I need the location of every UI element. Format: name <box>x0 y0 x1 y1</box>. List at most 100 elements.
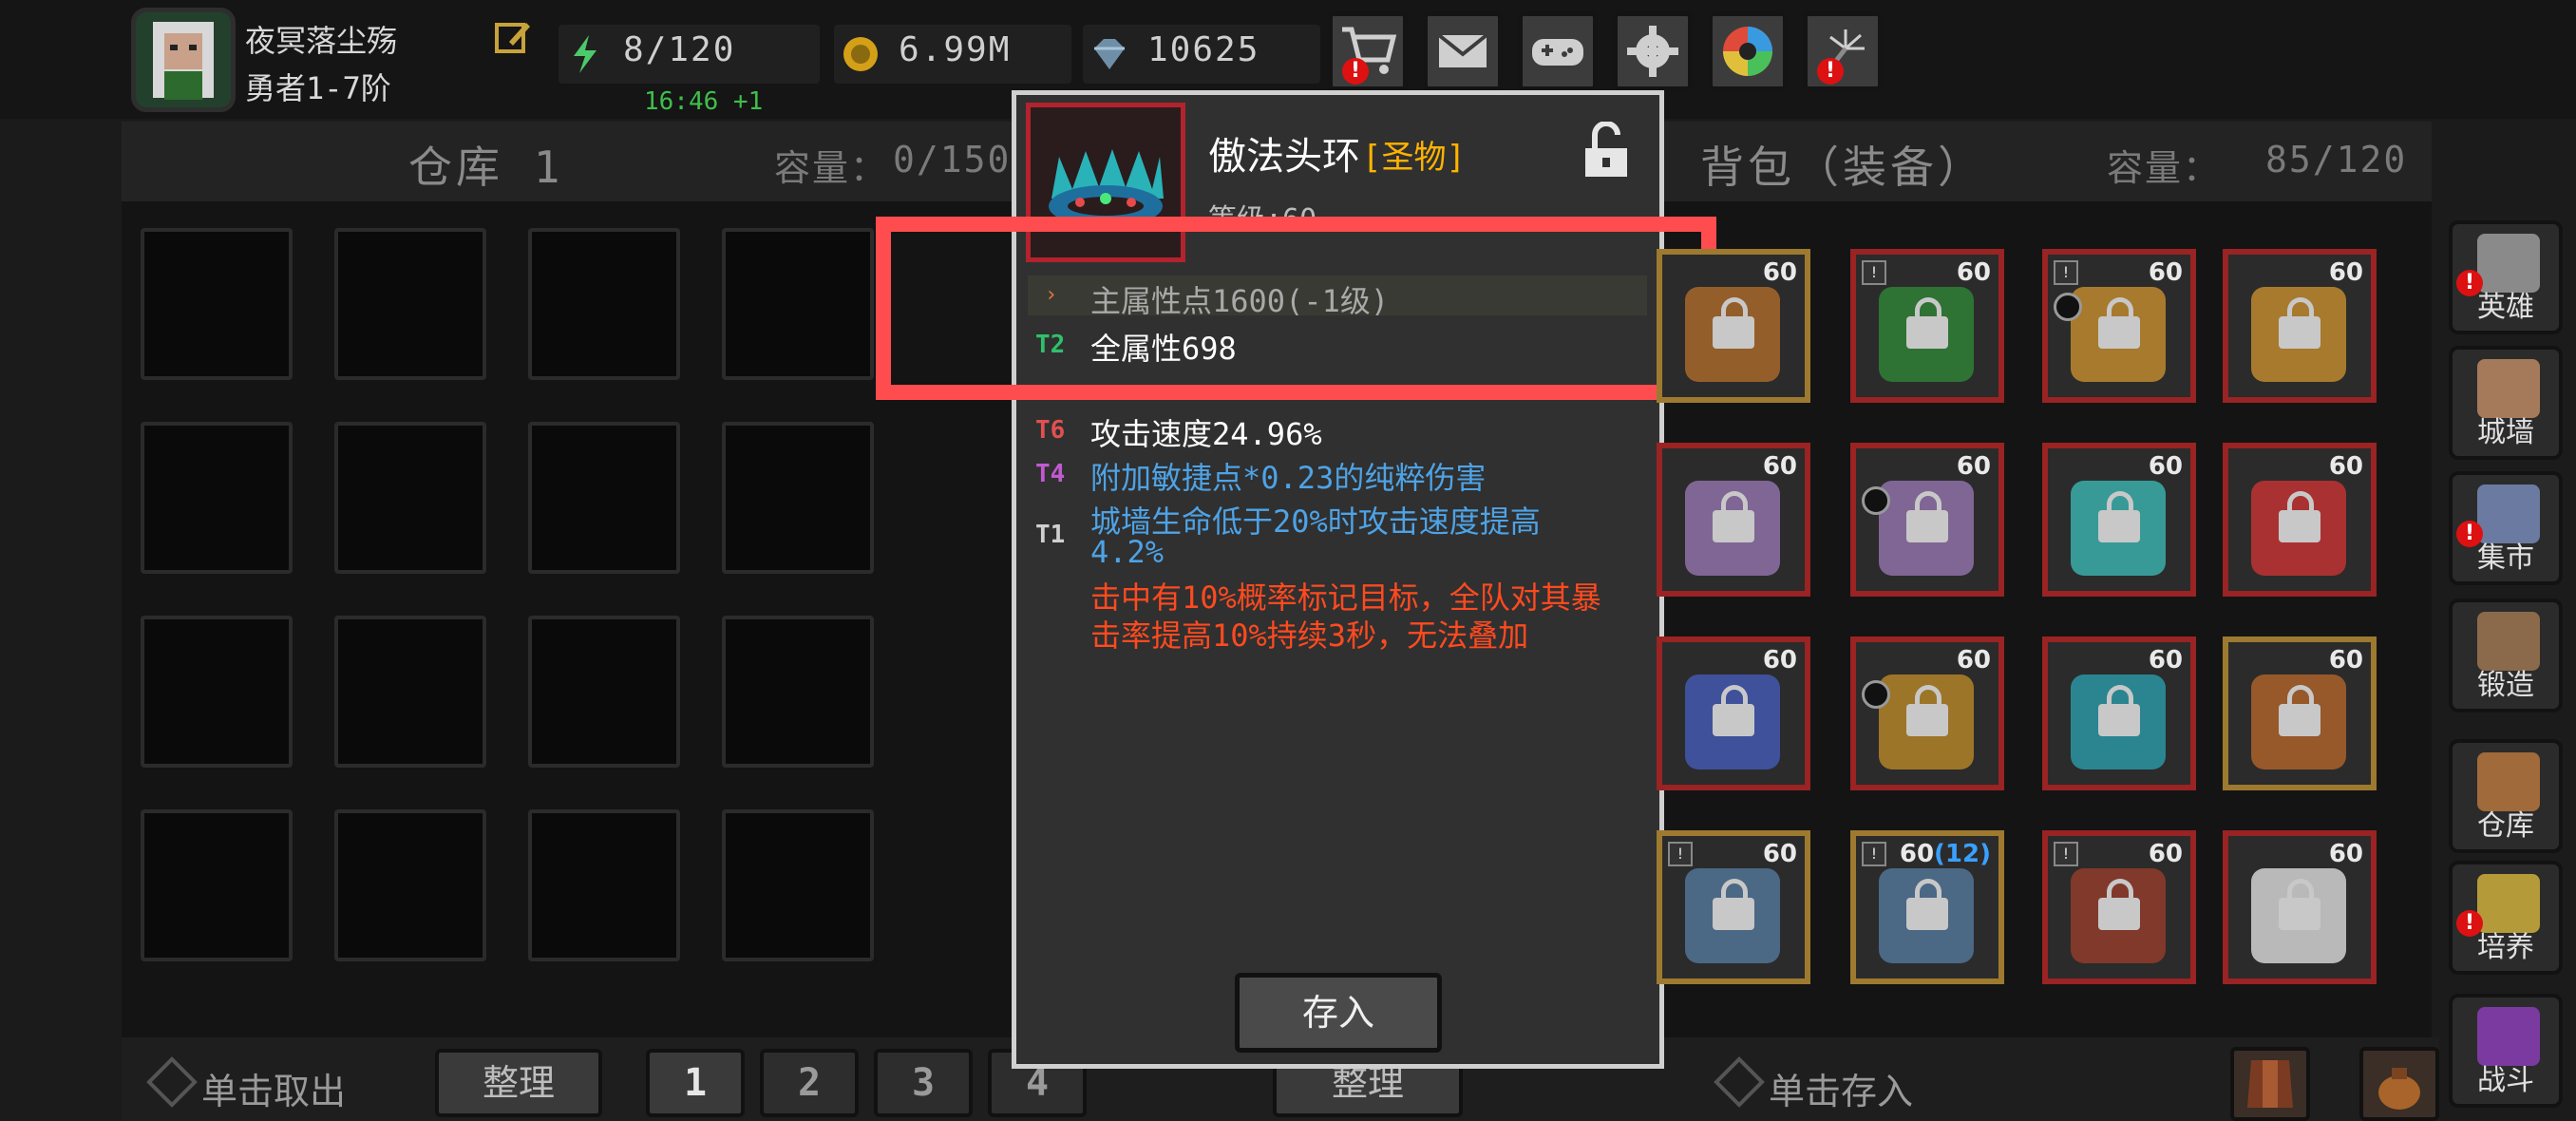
item-level: 60 <box>1762 646 1797 674</box>
nav-3-button[interactable]: 锻造 <box>2449 598 2563 712</box>
warehouse-slot[interactable] <box>334 228 486 380</box>
backpack-item[interactable]: 60 <box>2223 249 2377 403</box>
backpack-item[interactable]: 60! <box>1657 830 1810 984</box>
warehouse-title: 仓库 1 <box>408 142 564 193</box>
affix-4-tier: T1 <box>1035 521 1066 549</box>
backpack-item[interactable]: 60 <box>1850 443 2004 597</box>
nav-5-button[interactable]: 培养! <box>2449 861 2563 975</box>
shop-alert-icon: ! <box>1342 58 1369 85</box>
backpack-item[interactable]: 60 <box>2223 830 2377 984</box>
lock-icon <box>2098 297 2140 349</box>
backpack-item[interactable]: 60 <box>2042 636 2196 790</box>
backpack-item[interactable]: 60! <box>2042 249 2196 403</box>
warehouse-slot[interactable] <box>722 422 874 574</box>
info-badge-icon: ! <box>1862 260 1886 285</box>
energy-icon <box>564 33 606 75</box>
item-level: 60 <box>2328 840 2363 868</box>
armor-filter-button[interactable] <box>2230 1047 2310 1121</box>
gem-icon <box>1089 33 1130 75</box>
warehouse-slot[interactable] <box>528 228 680 380</box>
lock-icon <box>2098 685 2140 736</box>
shop-button[interactable]: ! <box>1328 11 1408 91</box>
item-level: 60 <box>2148 840 2183 868</box>
gear-icon <box>1627 26 1678 77</box>
lock-icon <box>1906 491 1948 542</box>
player-rank: 勇者1-7阶 <box>245 70 391 106</box>
nav-6-button[interactable]: 战斗 <box>2449 994 2563 1108</box>
nav-1-button[interactable]: 城墙 <box>2449 346 2563 460</box>
warehouse-slot[interactable] <box>141 809 293 961</box>
avatar-portrait-icon <box>136 12 231 107</box>
lock-icon <box>2098 879 2140 930</box>
color-wheel-button[interactable] <box>1708 11 1788 91</box>
lock-icon <box>1906 297 1948 349</box>
nav-4-button[interactable]: 仓库 <box>2449 739 2563 853</box>
deposit-button[interactable]: 存入 <box>1235 973 1442 1053</box>
item-level: 60 <box>2148 646 2183 674</box>
item-level: 60 <box>1762 258 1797 287</box>
warehouse-page-2-tab[interactable]: 2 <box>760 1049 859 1117</box>
item-level: 60 <box>2148 452 2183 481</box>
warehouse-slot[interactable] <box>528 809 680 961</box>
backpack-title: 背包（装备） <box>1700 142 1985 193</box>
mail-button[interactable] <box>1423 11 1503 91</box>
bag-filter-button[interactable] <box>2359 1047 2439 1121</box>
warehouse-slot[interactable] <box>528 422 680 574</box>
info-badge-icon: ! <box>1668 842 1693 866</box>
settings-button[interactable] <box>1613 11 1693 91</box>
affix-3-tier: T4 <box>1035 460 1066 488</box>
sort-warehouse-button[interactable]: 整理 <box>435 1049 602 1117</box>
backpack-item[interactable]: 60 <box>2042 443 2196 597</box>
warehouse-page-3-tab[interactable]: 3 <box>874 1049 973 1117</box>
info-badge-icon: ! <box>2054 260 2078 285</box>
item-level: 60 <box>1956 646 1991 674</box>
nav-label: 城墙 <box>2477 416 2534 449</box>
warehouse-slot[interactable] <box>722 809 874 961</box>
affix-2-text: 攻击速度24.96% <box>1090 416 1322 452</box>
backpack-item[interactable]: 60 <box>1850 636 2004 790</box>
unlock-icon[interactable] <box>1582 121 1631 179</box>
backpack-item[interactable]: 60(12)! <box>1850 830 2004 984</box>
edit-name-icon[interactable] <box>494 17 532 55</box>
energy-value: 8/120 <box>623 30 736 69</box>
tooltip-item-grade: [圣物] <box>1362 139 1466 177</box>
gamepad-button[interactable] <box>1518 11 1598 91</box>
backpack-item[interactable]: 60! <box>1850 249 2004 403</box>
nav-0-button[interactable]: 英雄! <box>2449 220 2563 334</box>
lock-icon <box>1713 297 1754 349</box>
warehouse-slot[interactable] <box>141 228 293 380</box>
fireworks-button[interactable]: ! <box>1803 11 1883 91</box>
warehouse-slot[interactable] <box>334 616 486 768</box>
affix-4-text-line2: 4.2% <box>1090 534 1165 570</box>
warehouse-slot[interactable] <box>141 616 293 768</box>
player-avatar[interactable] <box>131 8 236 112</box>
warehouse-slot[interactable] <box>141 422 293 574</box>
ring-marker-icon <box>1862 680 1890 709</box>
item-level: 60 <box>1956 452 1991 481</box>
energy-timer: 16:46 +1 <box>644 87 764 116</box>
warehouse-slot[interactable] <box>528 616 680 768</box>
warehouse-capacity-label: 容量： <box>774 147 889 189</box>
withdraw-hint[interactable]: 单击取出 <box>201 1062 346 1114</box>
warehouse-page-1-tab[interactable]: 1 <box>646 1049 745 1117</box>
lock-icon <box>1906 879 1948 930</box>
warehouse-slot[interactable] <box>722 228 874 380</box>
nav-2-button[interactable]: 集市! <box>2449 471 2563 585</box>
gem-value: 10625 <box>1147 30 1260 69</box>
backpack-item[interactable]: 60 <box>1657 443 1810 597</box>
deposit-hint[interactable]: 单击存入 <box>1769 1062 1913 1114</box>
backpack-item[interactable]: 60! <box>2042 830 2196 984</box>
backpack-item[interactable]: 60 <box>2223 636 2377 790</box>
backpack-capacity: 85/120 <box>2265 139 2408 180</box>
backpack-item[interactable]: 60 <box>2223 443 2377 597</box>
warehouse-slot[interactable] <box>722 616 874 768</box>
mail-icon <box>1437 33 1488 67</box>
warehouse-slot[interactable] <box>334 422 486 574</box>
fireworks-alert-icon: ! <box>1817 58 1844 85</box>
nav-label: 战斗 <box>2477 1064 2534 1097</box>
lock-icon <box>2098 491 2140 542</box>
item-level: 60 <box>1956 258 1991 287</box>
backpack-item[interactable]: 60 <box>1657 636 1810 790</box>
backpack-item[interactable]: 60 <box>1657 249 1810 403</box>
warehouse-slot[interactable] <box>334 809 486 961</box>
